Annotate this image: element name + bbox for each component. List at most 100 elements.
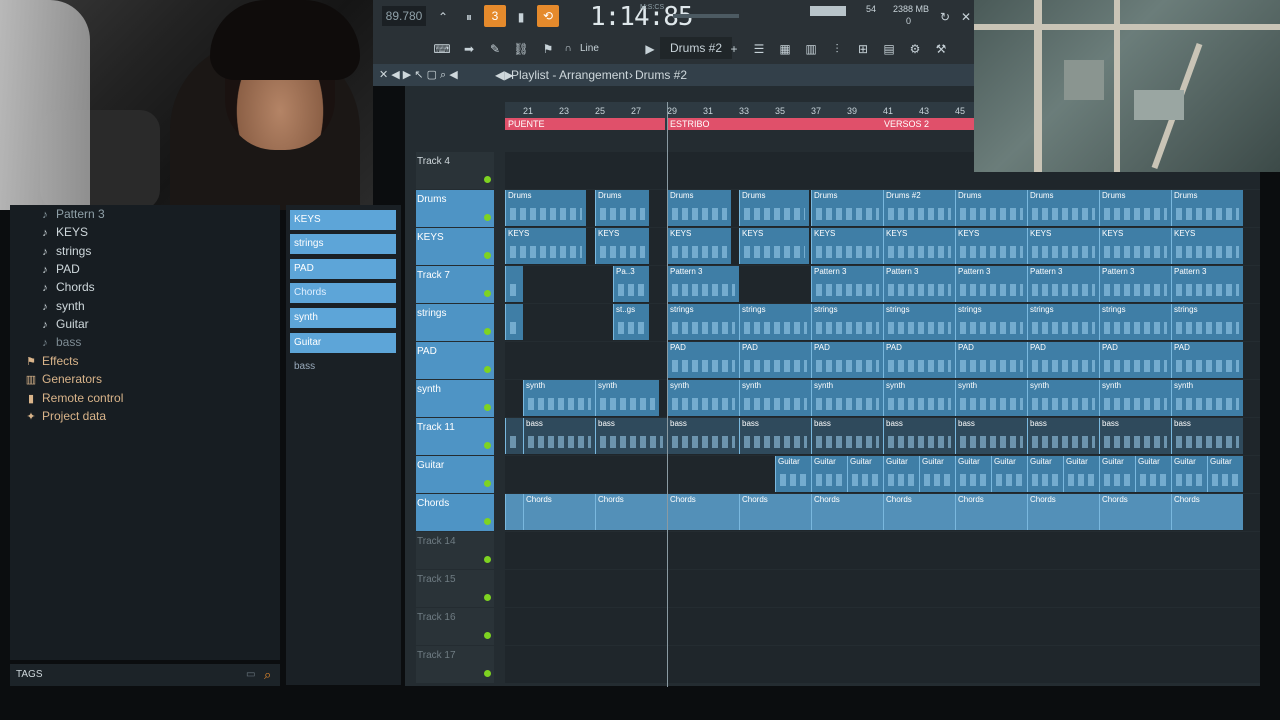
track-led[interactable] [484, 442, 491, 449]
track-lane[interactable]: Drums Drums Drums Drums Drums Drums #2 D… [505, 190, 1260, 227]
marker-versos-2[interactable]: VERSOS 2 [881, 118, 975, 130]
mixer-icon[interactable]: ⫶ [826, 38, 848, 60]
master-volume-slider[interactable] [673, 14, 739, 18]
clip[interactable] [505, 494, 523, 530]
clip[interactable]: KEYS [811, 228, 883, 264]
clip[interactable]: KEYS [595, 228, 649, 264]
clip[interactable]: PAD [1099, 342, 1171, 378]
track-lane[interactable]: KEYS KEYS KEYS KEYS KEYS KEYS KEYS KEYS … [505, 228, 1260, 265]
track-header[interactable]: Track 11 [416, 418, 494, 455]
clip[interactable]: bass [811, 418, 883, 454]
track-led[interactable] [484, 594, 491, 601]
clip[interactable]: Guitar [1207, 456, 1243, 492]
piano-roll-icon[interactable]: ▦ [774, 38, 796, 60]
browser-item[interactable]: ♪ synth [38, 297, 84, 315]
clip[interactable] [505, 266, 523, 302]
picker-item[interactable]: Chords [290, 283, 396, 303]
add-pattern-icon[interactable]: + [728, 38, 740, 60]
tempo-display[interactable]: 89.780 [382, 6, 426, 26]
tool-icon[interactable]: ⚒ [930, 38, 952, 60]
clip[interactable]: Drums [1099, 190, 1171, 226]
clip[interactable]: strings [739, 304, 811, 340]
track-header[interactable]: Guitar [416, 456, 494, 493]
clip[interactable]: Pattern 3 [955, 266, 1027, 302]
clip[interactable]: KEYS [739, 228, 809, 264]
track-led[interactable] [484, 176, 491, 183]
track-header[interactable]: synth [416, 380, 494, 417]
clip[interactable]: synth [955, 380, 1027, 416]
clip[interactable]: Drums [667, 190, 731, 226]
picker-item[interactable]: synth [290, 308, 396, 328]
track-led[interactable] [484, 290, 491, 297]
track-header[interactable]: Track 14 [416, 532, 494, 569]
clip[interactable]: Chords [667, 494, 739, 530]
clip[interactable]: Guitar [847, 456, 883, 492]
marker-puente[interactable]: PUENTE [505, 118, 665, 130]
clip[interactable]: strings [883, 304, 955, 340]
clip[interactable]: Chords [1027, 494, 1099, 530]
track-led[interactable] [484, 366, 491, 373]
clip[interactable]: PAD [1027, 342, 1099, 378]
clip[interactable]: PAD [955, 342, 1027, 378]
clip[interactable]: PAD [1171, 342, 1243, 378]
clip[interactable]: synth [1171, 380, 1243, 416]
clip[interactable]: PAD [883, 342, 955, 378]
track-lane[interactable] [505, 532, 1260, 569]
clip[interactable]: KEYS [1171, 228, 1243, 264]
clip[interactable]: Guitar [811, 456, 847, 492]
track-lane[interactable]: synth synth synth synth synth synth synt… [505, 380, 1260, 417]
track-header[interactable]: Track 17 [416, 646, 494, 683]
wait-input-icon[interactable]: ⏸ [458, 6, 480, 28]
clip[interactable] [505, 304, 523, 340]
clip[interactable]: synth [595, 380, 659, 416]
picker-item[interactable]: Guitar [290, 333, 396, 353]
clip[interactable]: strings [1099, 304, 1171, 340]
clip[interactable]: strings [955, 304, 1027, 340]
clip[interactable]: synth [667, 380, 739, 416]
browser-item[interactable]: ♪ bass [38, 333, 81, 351]
clip[interactable]: Guitar [991, 456, 1027, 492]
countdown-icon[interactable]: 3 [484, 5, 506, 27]
clip[interactable]: Drums [1027, 190, 1099, 226]
clip[interactable]: synth [1027, 380, 1099, 416]
browser-item[interactable]: ♪ Chords [38, 278, 94, 296]
clip[interactable]: synth [739, 380, 811, 416]
clip[interactable]: Guitar [1135, 456, 1171, 492]
picker-item[interactable]: KEYS [290, 210, 396, 230]
clip[interactable]: bass [667, 418, 739, 454]
clip[interactable]: Pattern 3 [1099, 266, 1171, 302]
browser-item[interactable]: ♪ strings [38, 242, 91, 260]
clip[interactable]: Pattern 3 [667, 266, 739, 302]
clip[interactable]: Drums [1171, 190, 1243, 226]
clip[interactable]: synth [883, 380, 955, 416]
snap-selector[interactable]: Line [580, 38, 640, 60]
clip[interactable]: bass [955, 418, 1027, 454]
file-icon[interactable]: ▤ [878, 38, 900, 60]
track-led[interactable] [484, 518, 491, 525]
browser-folder-remote[interactable]: ▮ Remote control [24, 389, 123, 407]
clip[interactable]: Drums #2 [883, 190, 955, 226]
track-header[interactable]: Track 15 [416, 570, 494, 607]
clip[interactable]: KEYS [1027, 228, 1099, 264]
clip[interactable]: KEYS [505, 228, 586, 264]
close-icon[interactable]: ✕ [958, 6, 974, 28]
picker-item[interactable]: bass [290, 357, 396, 377]
clip[interactable]: PAD [811, 342, 883, 378]
clip[interactable]: Guitar [775, 456, 811, 492]
keyboard-icon[interactable]: ⌨ [430, 38, 454, 60]
track-lane[interactable]: st..gs strings strings strings strings s… [505, 304, 1260, 341]
clip[interactable]: PAD [739, 342, 811, 378]
clip[interactable]: bass [883, 418, 955, 454]
clip[interactable]: Drums [739, 190, 809, 226]
track-header[interactable]: Track 7 [416, 266, 494, 303]
track-header[interactable]: strings [416, 304, 494, 341]
clip[interactable]: bass [1027, 418, 1099, 454]
picker-item[interactable]: strings [290, 234, 396, 254]
track-led[interactable] [484, 404, 491, 411]
search-icon[interactable]: ⌕ [264, 664, 271, 686]
stamp-icon[interactable]: ⚑ [537, 38, 559, 60]
clip[interactable]: synth [523, 380, 595, 416]
clip[interactable]: Pattern 3 [811, 266, 883, 302]
clip[interactable]: Chords [811, 494, 883, 530]
clip[interactable]: st..gs [613, 304, 649, 340]
